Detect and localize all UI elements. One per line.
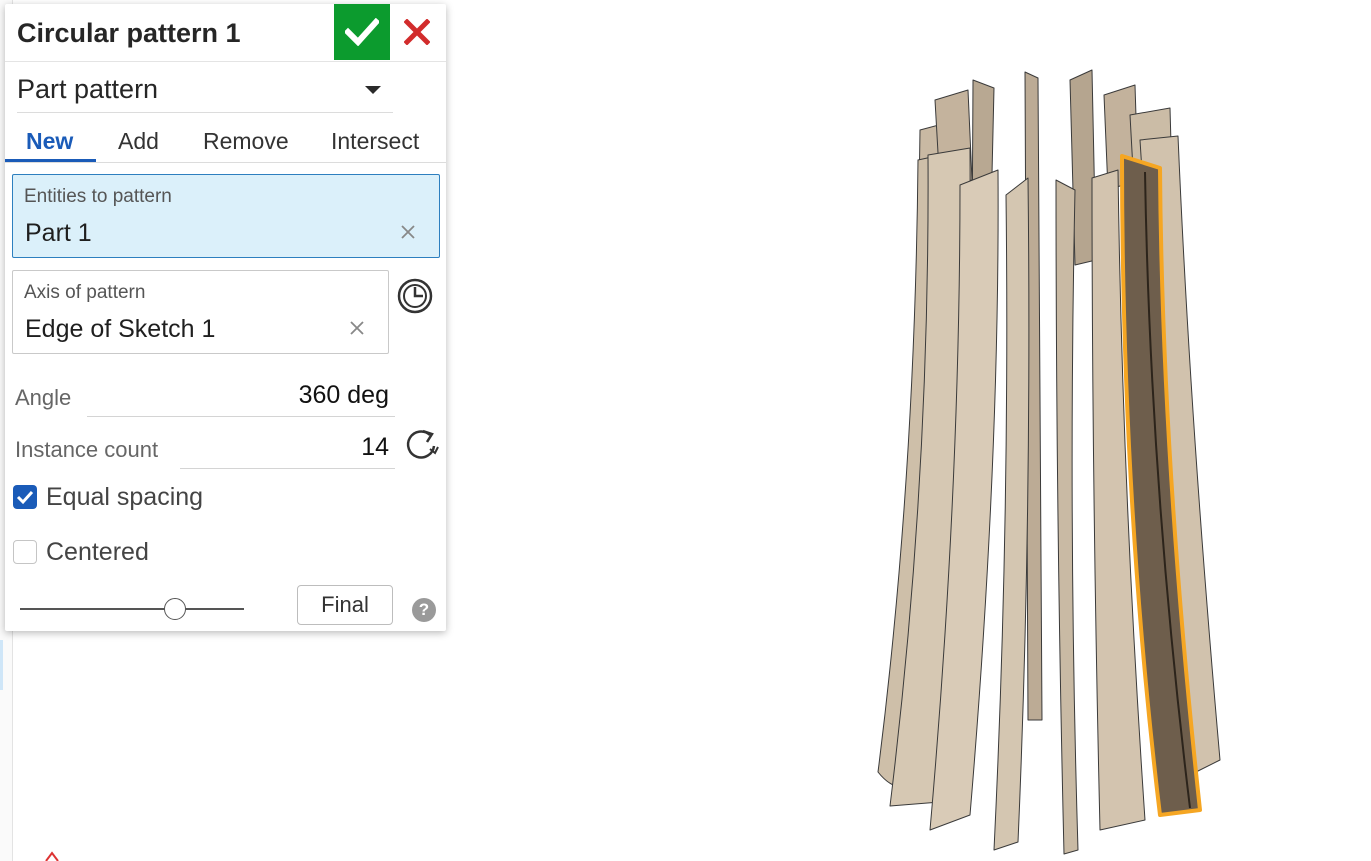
instance-count-row: Instance count 14 [15,427,395,469]
clear-x-icon[interactable] [397,221,419,243]
angle-label: Angle [15,385,72,410]
pattern-type-value: Part pattern [17,74,159,104]
equal-spacing-label: Equal spacing [46,483,204,511]
confirm-button[interactable] [334,4,390,60]
slider-track [20,608,244,610]
entities-label: Entities to pattern [24,186,172,207]
final-button[interactable]: Final [297,585,393,625]
axis-value: Edge of Sketch 1 [25,315,216,343]
checkbox-checked-icon [13,485,37,509]
instance-count-input[interactable]: 14 [361,433,389,462]
angle-input[interactable]: 360 deg [299,381,389,410]
circular-pattern-dialog: Circular pattern 1 Part pattern New Add … [5,4,446,631]
axis-of-pattern-field[interactable]: Axis of pattern Edge of Sketch 1 [12,270,389,354]
instance-count-underline [180,468,395,469]
axis-clock-icon[interactable] [396,277,434,315]
close-icon [404,19,430,45]
pattern-instance [1055,179,1079,855]
axis-label: Axis of pattern [24,282,146,303]
centered-label: Centered [46,538,149,566]
rollback-slider[interactable] [20,595,246,623]
instance-count-label: Instance count [15,437,159,462]
dialog-title: Circular pattern 1 [17,18,241,48]
3d-viewport[interactable] [860,60,1240,860]
active-tab-indicator [5,159,96,162]
angle-row: Angle 360 deg [15,375,395,417]
checkmark-icon [345,18,379,46]
chevron-down-icon [365,86,381,94]
boolean-tabs: New Add Remove Intersect [5,120,446,163]
cancel-button[interactable] [397,12,437,52]
tab-add[interactable]: Add [118,128,159,155]
dialog-header: Circular pattern 1 [5,4,446,62]
clear-x-icon[interactable] [346,317,368,339]
question-icon[interactable]: ? [412,598,436,622]
angle-underline [87,416,395,417]
entities-to-pattern-field[interactable]: Entities to pattern Part 1 [12,174,440,258]
redo-arrow-icon[interactable] [402,425,440,463]
pattern-type-dropdown[interactable]: Part pattern [17,68,393,113]
slider-thumb[interactable] [163,598,186,620]
origin-triad-icon [45,851,59,861]
checkbox-unchecked-icon [13,540,37,564]
tab-intersect[interactable]: Intersect [331,128,419,155]
pattern-instance [993,177,1030,851]
sidebar-selection-mark [0,640,3,690]
entities-value: Part 1 [25,219,92,247]
tab-new[interactable]: New [26,128,73,155]
tab-remove[interactable]: Remove [203,128,289,155]
